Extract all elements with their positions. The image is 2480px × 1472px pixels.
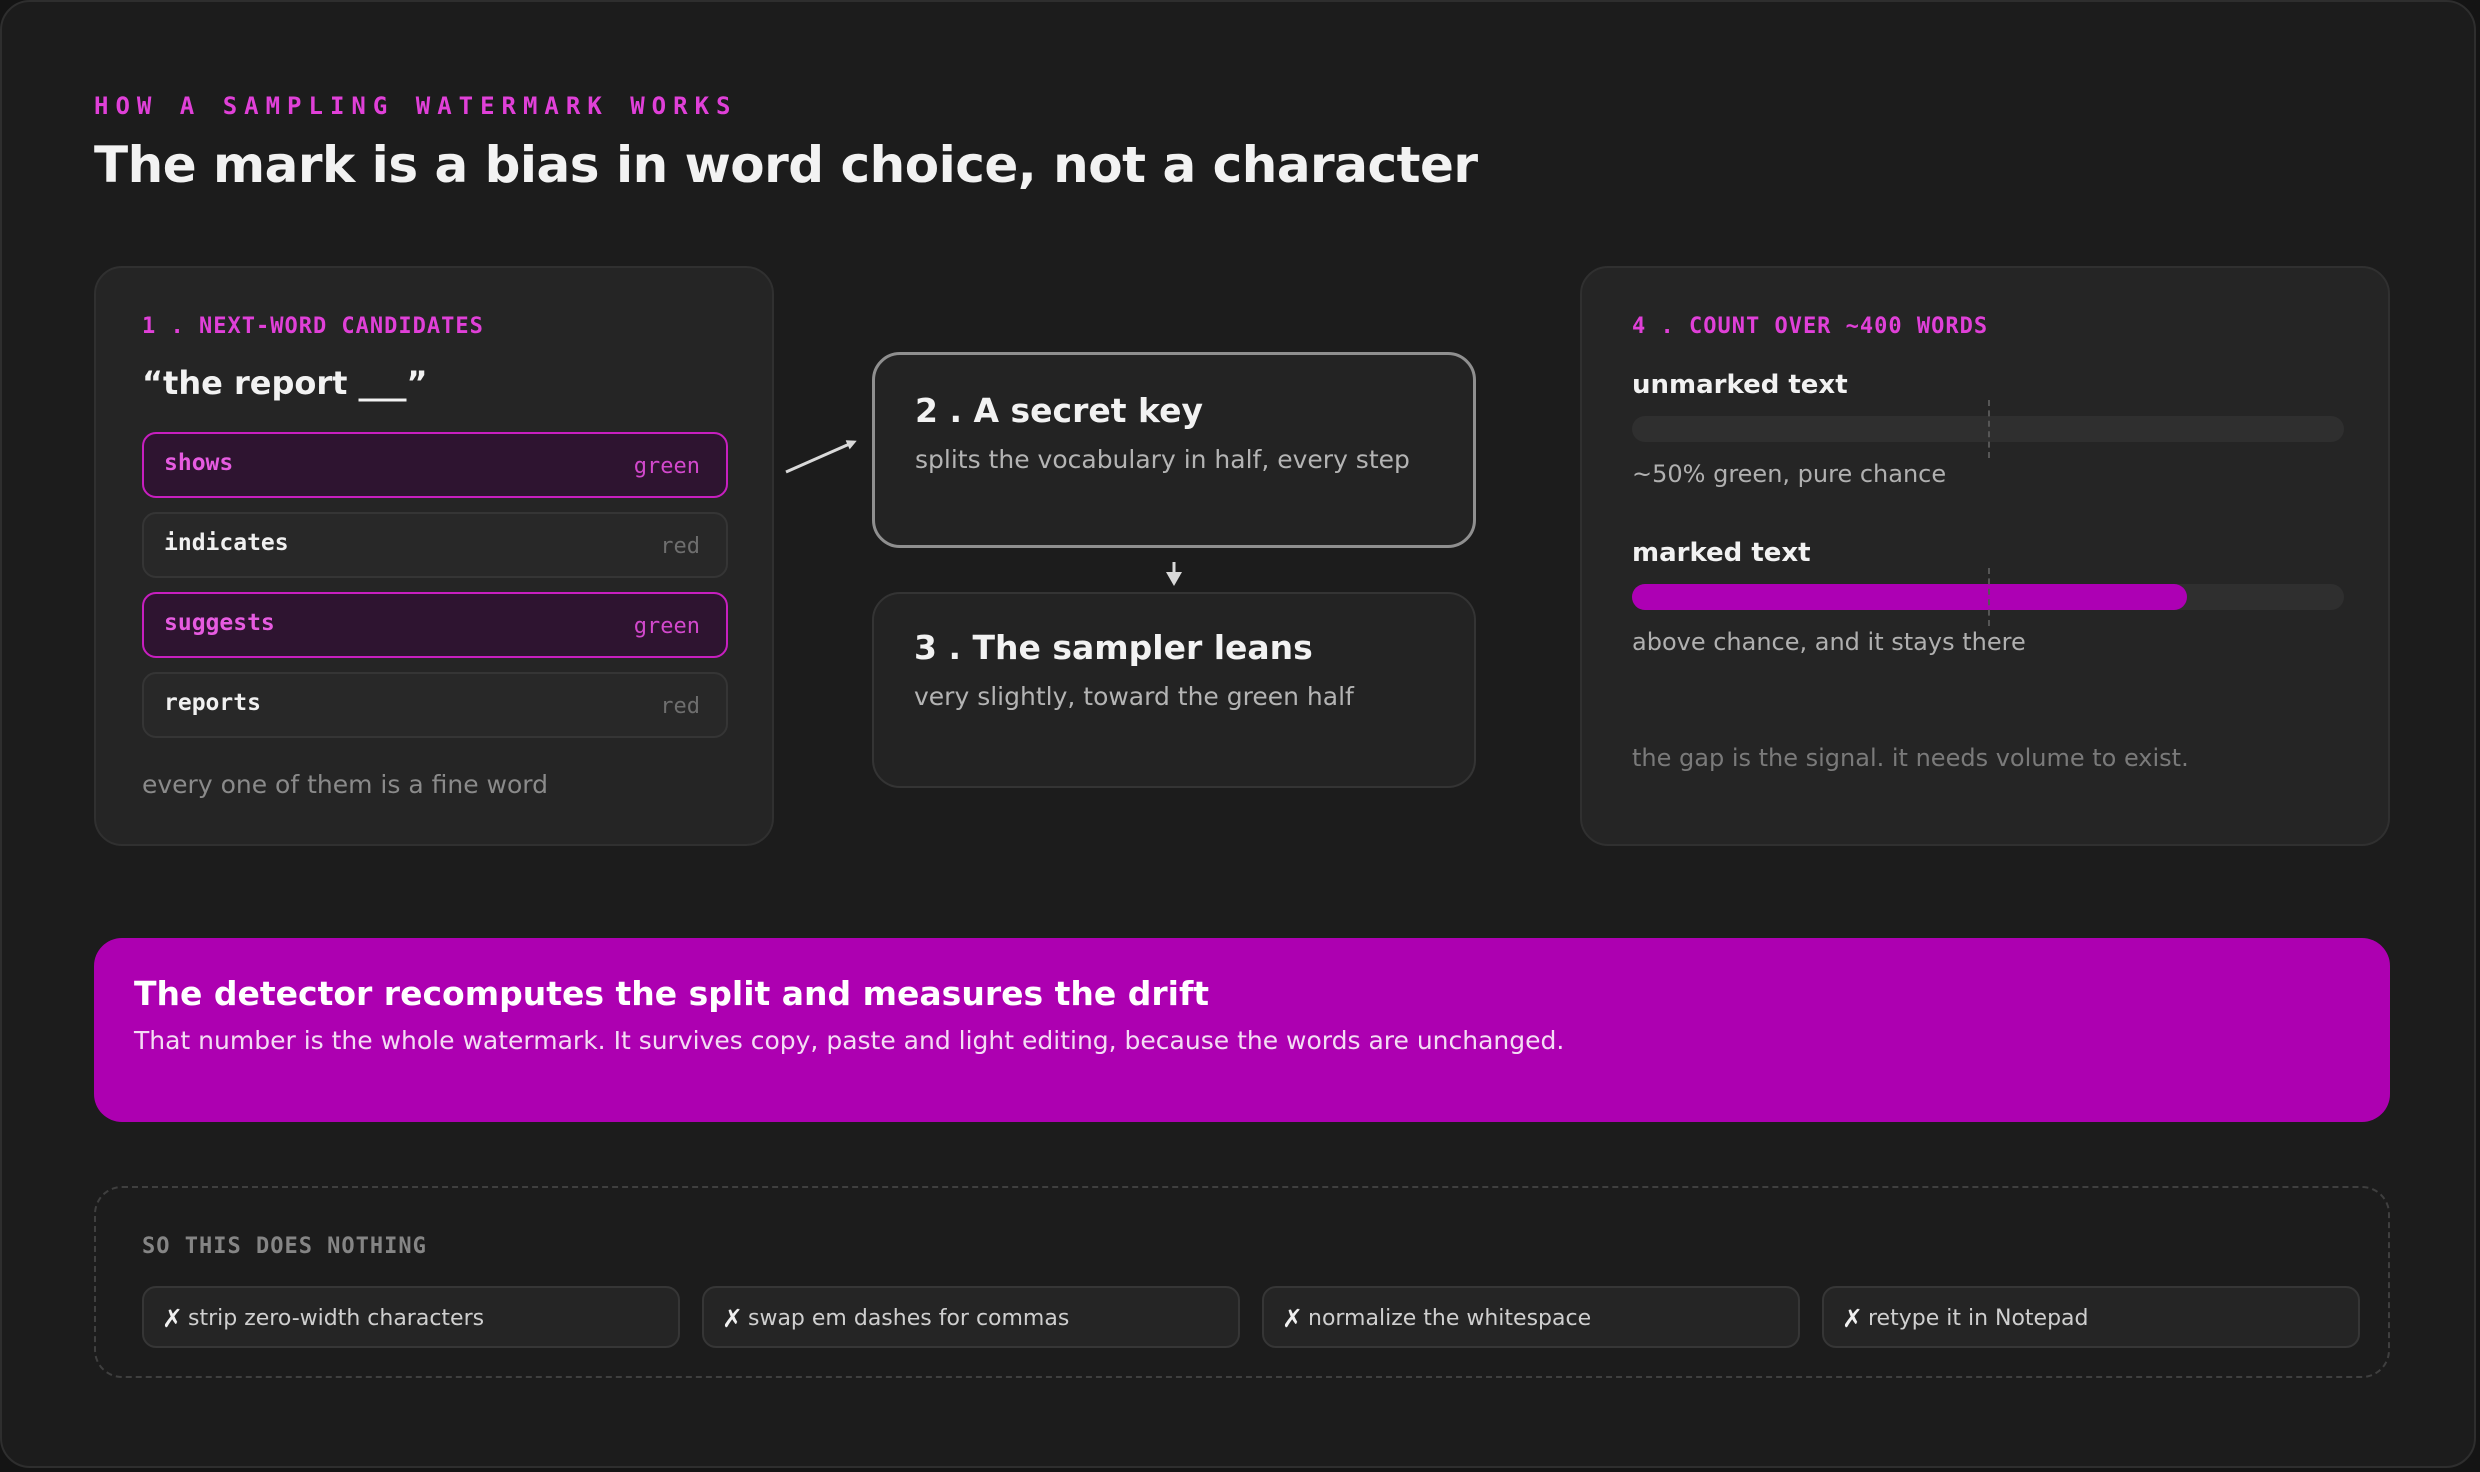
cross-icon: ✗ xyxy=(722,1304,743,1333)
detector-banner: The detector recomputes the split and me… xyxy=(94,938,2390,1122)
diagram-frame: HOW A SAMPLING WATERMARK WORKS The mark … xyxy=(0,0,2476,1468)
ineffective-action-chip: ✗ swap em dashes for commas xyxy=(702,1286,1240,1348)
chip-label: retype it in Notepad xyxy=(1868,1306,2089,1331)
cross-icon: ✗ xyxy=(1842,1304,1863,1333)
ineffective-action-chip: ✗ retype it in Notepad xyxy=(1822,1286,2360,1348)
ineffective-action-chip: ✗ strip zero-width characters xyxy=(142,1286,680,1348)
arrow-to-sampler-head xyxy=(1166,572,1182,586)
chip-label: normalize the whitespace xyxy=(1308,1306,1592,1331)
arrow-to-secret-key xyxy=(785,440,857,474)
chip-label: strip zero-width characters xyxy=(188,1306,485,1331)
ineffective-action-chip: ✗ normalize the whitespace xyxy=(1262,1286,1800,1348)
does-nothing-box: SO THIS DOES NOTHING ✗ strip zero-width … xyxy=(94,1186,2390,1378)
banner-heading: The detector recomputes the split and me… xyxy=(134,974,1210,1013)
does-nothing-label: SO THIS DOES NOTHING xyxy=(142,1234,427,1259)
cross-icon: ✗ xyxy=(162,1304,183,1333)
chip-label: swap em dashes for commas xyxy=(748,1306,1070,1331)
banner-subtext: That number is the whole watermark. It s… xyxy=(134,1026,1565,1055)
cross-icon: ✗ xyxy=(1282,1304,1303,1333)
